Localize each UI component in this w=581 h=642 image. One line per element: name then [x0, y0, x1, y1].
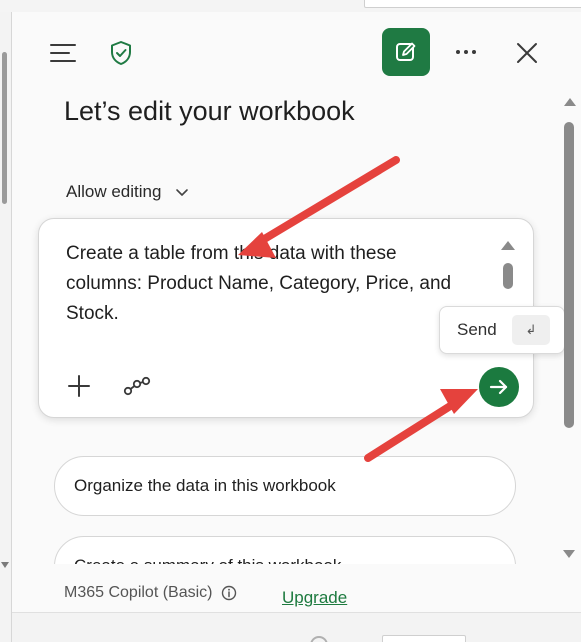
left-scroll-down-icon[interactable]	[1, 562, 9, 568]
chevron-down-icon	[176, 189, 189, 196]
info-icon[interactable]	[221, 585, 237, 601]
edit-mode-label: Allow editing	[66, 182, 162, 201]
dot	[472, 50, 476, 54]
shield-check-icon[interactable]	[108, 40, 134, 66]
enter-key-hint: ↲	[512, 315, 550, 345]
plan-label: M365 Copilot (Basic)	[64, 584, 213, 601]
bottom-status-strip	[12, 612, 581, 642]
app-frame: Let’s edit your workbook Allow editing C…	[0, 0, 581, 642]
bottom-strip-control	[382, 635, 466, 642]
more-options-button[interactable]	[454, 40, 478, 64]
prompt-scroll-up-icon[interactable]	[501, 241, 515, 250]
prompt-scrollbar-thumb[interactable]	[503, 263, 513, 289]
suggestion-organize-data[interactable]: Organize the data in this workbook	[54, 456, 516, 516]
page-title: Let’s edit your workbook	[64, 96, 355, 126]
panel-scroll-up-icon[interactable]	[564, 98, 576, 106]
arrow-right-icon	[489, 379, 508, 395]
panel-scroll-down-icon[interactable]	[563, 550, 575, 558]
top-strip-control	[364, 0, 581, 8]
panel-scrollbar-thumb[interactable]	[564, 122, 574, 428]
left-scrollbar-thumb[interactable]	[2, 52, 7, 204]
dot	[464, 50, 468, 54]
edit-mode-dropdown[interactable]: Allow editing	[66, 182, 189, 202]
top-window-strip	[0, 0, 581, 12]
close-icon[interactable]	[515, 41, 539, 65]
prompt-input[interactable]: Create a table from this data with these…	[66, 239, 476, 329]
upgrade-link[interactable]: Upgrade	[282, 588, 347, 608]
suggestion-label: Organize the data in this workbook	[74, 476, 336, 495]
prompt-link-icon[interactable]	[123, 374, 151, 398]
send-tooltip-label: Send	[457, 320, 497, 339]
plan-footer: M365 Copilot (Basic)	[64, 584, 237, 602]
left-scrollbar[interactable]	[0, 12, 12, 642]
send-button[interactable]	[479, 367, 519, 407]
new-chat-button[interactable]	[382, 28, 430, 76]
compose-icon	[396, 42, 416, 61]
add-icon[interactable]	[67, 374, 91, 398]
dot	[456, 50, 460, 54]
copilot-panel: Let’s edit your workbook Allow editing C…	[12, 12, 581, 612]
hamburger-menu-icon[interactable]	[50, 42, 76, 64]
status-circle-icon	[310, 636, 328, 642]
send-tooltip: Send ↲	[439, 306, 565, 354]
